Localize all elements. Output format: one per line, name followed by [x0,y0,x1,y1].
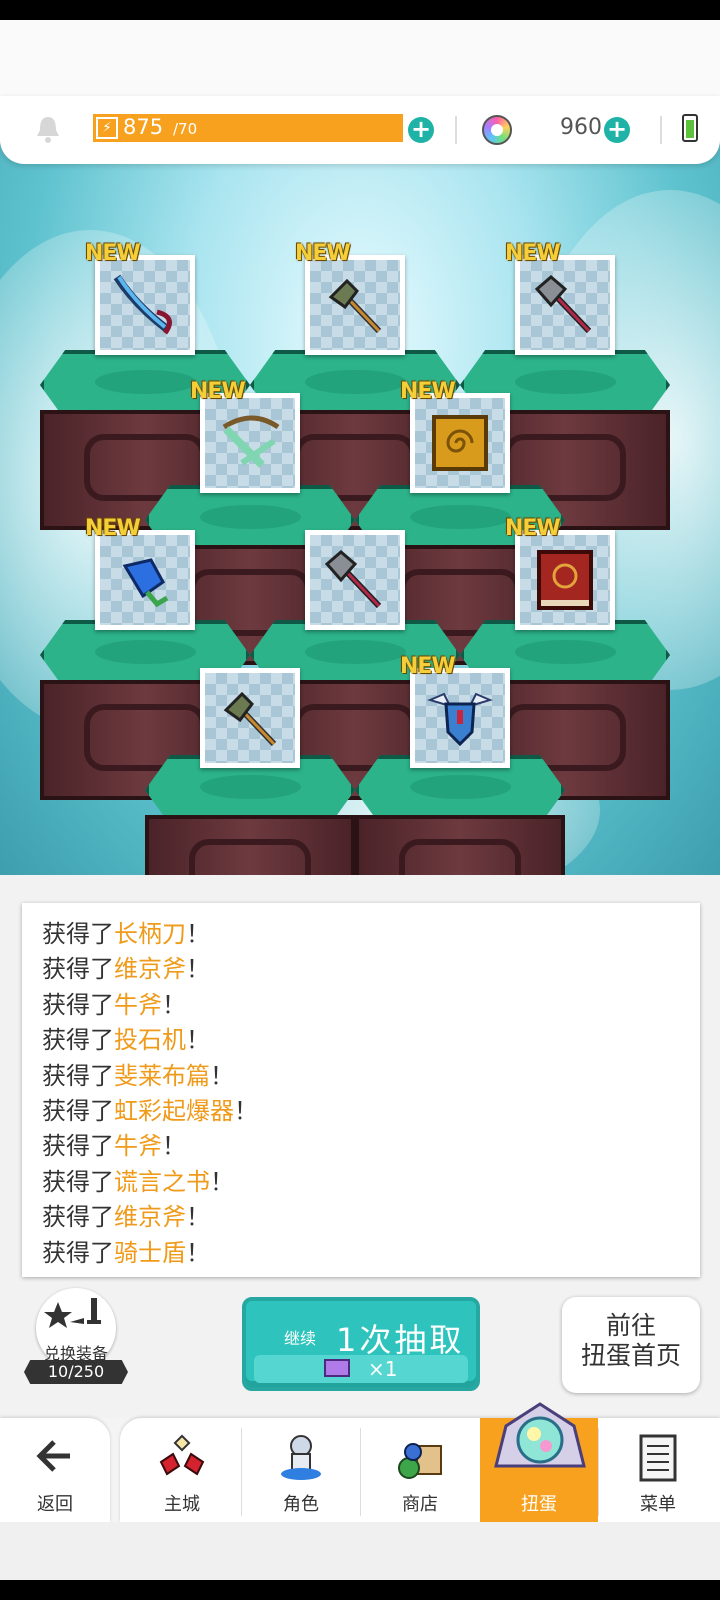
result-log: 获得了长柄刀！ 获得了维京斧！ 获得了牛斧！ 获得了投石机！ 获得了斐莱布篇！ … [22,903,700,1277]
continue-label: 继续 [284,1329,317,1348]
new-badge: NEW [295,241,351,266]
tab-label: 主城 [164,1494,200,1515]
energy-bar: ⚡ 875 /70 [93,114,403,142]
gacha-home-button[interactable]: 前往 扭蛋首页 [562,1297,700,1393]
tab-shop[interactable]: 商店 [361,1418,479,1522]
menu-list-icon [639,1434,677,1482]
gem-count: 960 [560,115,602,140]
item-card[interactable] [200,668,300,768]
new-badge: NEW [400,654,456,679]
item-card[interactable]: NEW [400,654,510,768]
plus-icon: + [606,115,628,143]
back-arrow-icon[interactable] [34,1436,74,1476]
gacha-result-scene: NEW NEW NEW NEW NEW NEW NEW NEW [0,110,720,875]
tab-main-city[interactable]: 主城 [123,1418,241,1522]
tab-label: 扭蛋 [521,1494,557,1515]
divider [660,116,662,144]
item-card[interactable] [305,530,405,630]
tab-label: 菜单 [640,1494,676,1515]
log-entry: 获得了长柄刀！ [42,920,210,948]
log-entry: 获得了牛斧！ [42,1132,186,1161]
log-entry: 获得了牛斧！ [42,990,186,1019]
tab-character[interactable]: 角色 [242,1418,360,1522]
tab-menu[interactable]: 菜单 [599,1418,717,1522]
pedestal [355,755,565,875]
system-status-bar [0,0,720,20]
new-badge: NEW [505,516,561,541]
log-entry: 获得了骑士盾！ [42,1238,210,1267]
book-of-lies-icon [537,550,593,610]
log-entry: 获得了斐莱布篇！ [42,1061,234,1090]
system-nav-bar [0,1580,720,1600]
add-energy-button[interactable]: + [408,117,434,143]
gacha-home-line2: 扭蛋首页 [580,1341,681,1370]
item-card[interactable]: NEW [400,379,510,493]
back-label: 返回 [37,1494,73,1515]
tab-label: 商店 [402,1494,438,1515]
viking-axe-icon [328,278,382,334]
add-gem-button[interactable]: + [604,117,630,143]
ticket-icon [324,1359,350,1377]
plus-icon: + [410,115,432,143]
viking-axe-icon [223,691,277,747]
draw-once-button[interactable]: 继续 1次抽取 ×1 [242,1297,480,1391]
log-entry: 获得了投石机！ [42,1026,210,1055]
glaive-icon [113,274,172,335]
energy-max: /70 [173,120,198,138]
shop-bag-icon [398,1443,442,1479]
tab-label: 角色 [283,1494,319,1515]
item-card[interactable]: NEW [85,516,195,630]
new-badge: NEW [85,516,141,541]
log-entry: 获得了维京斧！ [42,1203,210,1232]
knight-shield-icon [427,692,493,747]
new-badge: NEW [400,379,456,404]
item-card[interactable]: NEW [190,379,300,493]
new-badge: NEW [505,241,561,266]
ox-axe-icon [534,275,592,334]
item-card[interactable]: NEW [505,516,615,630]
pedestal [145,755,355,875]
castle-icon [159,1434,205,1476]
new-badge: NEW [85,241,141,266]
ticket-cost-strip [254,1355,468,1383]
ox-axe-icon [324,550,382,609]
energy-current: 875 [123,115,164,139]
item-card[interactable]: NEW [505,241,615,355]
ticket-multiplier: ×1 [368,1357,398,1381]
rainbow-blaster-icon [122,558,169,608]
catapult-icon [222,415,280,468]
item-card[interactable]: NEW [295,241,405,355]
rainbow-gem-icon [482,115,512,145]
item-card[interactable]: NEW [85,241,195,355]
exchange-equipment-button[interactable]: 兑换装备 10/250 [24,1288,128,1386]
lightning-icon: ⚡ [96,117,118,139]
battery-icon [682,114,698,142]
bell-icon[interactable] [34,114,62,144]
log-entry: 获得了谎言之书！ [42,1167,234,1196]
gacha-home-line1: 前往 [605,1311,656,1340]
new-badge: NEW [190,379,246,404]
fibonacci-book-icon [432,415,488,471]
exchange-count: 10/250 [24,1360,128,1384]
character-icon [281,1435,321,1480]
divider [455,116,457,144]
bottom-spacer [0,1522,720,1580]
gacha-orb-icon [494,1402,586,1468]
log-entry: 获得了维京斧！ [42,955,210,984]
log-entry: 获得了虹彩起爆器！ [42,1097,258,1126]
resource-header: ⚡ 875 /70 + 960 + [0,96,720,164]
